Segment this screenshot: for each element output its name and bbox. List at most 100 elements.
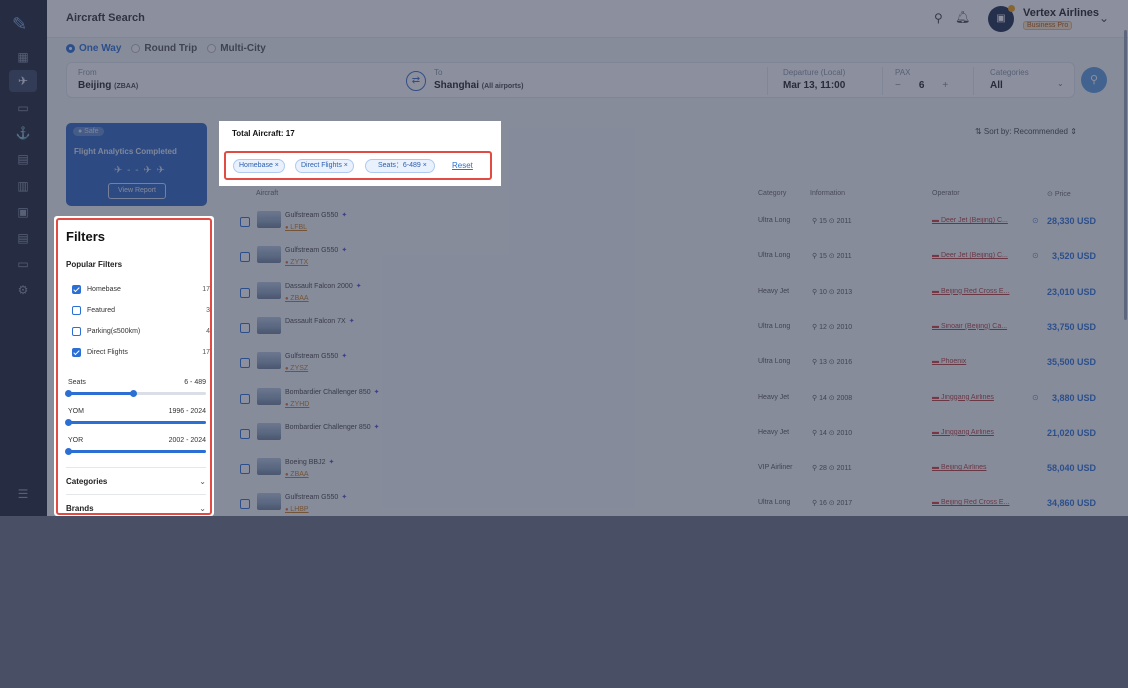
row-checkbox[interactable]	[240, 464, 250, 475]
pax-value[interactable]: 6	[919, 80, 925, 91]
checkbox-unchecked[interactable]	[72, 305, 81, 315]
radio-unselected[interactable]	[207, 44, 217, 53]
aircraft-name[interactable]: Gulfstream G550 ✦	[285, 493, 347, 501]
scrollbar[interactable]	[1124, 30, 1127, 320]
operator-link[interactable]: Beijing Red Cross E...	[932, 288, 1016, 295]
pax-plus-button[interactable]: +	[942, 80, 948, 91]
categories-section-toggle[interactable]: Categories ⌄	[66, 477, 206, 486]
radio-unselected[interactable]	[131, 44, 141, 53]
operator-link[interactable]: Phoenix	[932, 358, 1016, 365]
chip-seats[interactable]: Seats：6-489 ×	[365, 159, 435, 173]
radio-selected[interactable]	[66, 44, 75, 53]
collapse-menu-icon[interactable]: ☰	[14, 485, 32, 503]
briefcase-icon[interactable]: ▣	[14, 203, 32, 221]
categories-field[interactable]: Categories All	[990, 68, 1029, 91]
aircraft-name[interactable]: Boeing BBJ2 ✦	[285, 458, 334, 466]
brands-section-toggle[interactable]: Brands ⌄	[66, 504, 206, 513]
airport-code[interactable]: ZYTX	[285, 259, 308, 266]
operator-link[interactable]: Deer Jet (Beijing) C...	[932, 217, 1016, 224]
range-thumb-min[interactable]	[65, 419, 72, 426]
aircraft-search-icon[interactable]: ✈	[9, 70, 37, 92]
airport-code[interactable]: LHBP	[285, 506, 308, 513]
operator-link[interactable]: Jinggang Airlines	[932, 429, 1016, 436]
airport-code[interactable]: LFBL	[285, 224, 307, 231]
row-checkbox[interactable]	[240, 428, 250, 439]
aircraft-name[interactable]: Bombardier Challenger 850 ✦	[285, 388, 379, 396]
chevron-down-icon[interactable]: ⌄	[1099, 11, 1109, 25]
book-icon[interactable]: ▥	[14, 177, 32, 195]
chip-homebase[interactable]: Homebase ×	[233, 159, 285, 173]
aircraft-name[interactable]: Gulfstream G550 ✦	[285, 246, 347, 254]
operator-link[interactable]: Beijing Red Cross E...	[932, 499, 1016, 506]
table-row[interactable]: Dassault Falcon 2000✦ ZBAA Heavy Jet ⚲ 10 ⊙…	[240, 276, 1100, 309]
filter-parking[interactable]: Parking(≤500km) 4	[72, 325, 210, 337]
operator-link[interactable]: Deer Jet (Beijing) C...	[932, 252, 1016, 259]
search-button[interactable]: ⚲	[1081, 67, 1107, 93]
range-track[interactable]	[65, 448, 206, 455]
reset-filters-link[interactable]: Reset	[452, 161, 473, 170]
column-header-price[interactable]: ⊙ Price	[1047, 190, 1071, 198]
table-row[interactable]: Bombardier Challenger 850✦ ZYHD Heavy Jet ⚲…	[240, 382, 1100, 415]
checkbox-checked[interactable]	[72, 284, 81, 294]
filter-direct-flights[interactable]: Direct Flights 17	[72, 346, 210, 358]
filter-featured[interactable]: Featured 3	[72, 304, 210, 316]
filter-homebase[interactable]: Homebase 17	[72, 283, 210, 295]
range-track[interactable]	[65, 419, 206, 426]
row-checkbox[interactable]	[240, 322, 250, 333]
operator-link[interactable]: Sinoair (Beijing) Ca...	[932, 323, 1016, 330]
trip-type-one-way[interactable]: One Way	[66, 43, 121, 54]
table-row[interactable]: Gulfstream G550✦ LFBL Ultra Long ⚲ 15 ⊙ 201…	[240, 205, 1100, 238]
pax-minus-button[interactable]: −	[895, 80, 901, 91]
airport-code[interactable]: ZYHD	[285, 401, 309, 408]
avatar[interactable]: ▣	[988, 5, 1015, 32]
table-row[interactable]: Dassault Falcon 7X ✦ Ultra Long ⚲ 12 ⊙ 2010…	[240, 311, 1100, 344]
row-checkbox[interactable]	[240, 217, 250, 227]
checkbox-unchecked[interactable]	[72, 326, 81, 336]
operator-link[interactable]: Beijing Airlines	[932, 464, 1016, 471]
to-field[interactable]: To Shanghai (All airports)	[434, 68, 523, 91]
sort-dropdown[interactable]: ⇅ Sort by: Recommended ⇕	[975, 127, 1077, 136]
range-thumb-max[interactable]	[129, 390, 137, 397]
range-thumb-min[interactable]	[65, 448, 72, 455]
bell-icon[interactable]: 🔔︎	[955, 10, 970, 24]
aircraft-name[interactable]: Dassault Falcon 7X ✦	[285, 317, 355, 325]
airport-code[interactable]: ZBAA	[285, 295, 308, 302]
trip-type-round-trip[interactable]: Round Trip	[131, 43, 197, 54]
table-row[interactable]: Gulfstream G550✦ ZYTX Ultra Long ⚲ 15 ⊙ 201…	[240, 240, 1100, 273]
checkbox-checked[interactable]	[72, 347, 81, 357]
map-icon[interactable]: ▤	[14, 150, 32, 168]
table-row[interactable]: Boeing BBJ2✦ ZBAA VIP Airliner ⚲ 28 ⊙ 2011 B…	[240, 452, 1100, 485]
range-track[interactable]	[65, 390, 206, 397]
from-field[interactable]: From Beijing (ZBAA)	[78, 68, 138, 91]
search-icon[interactable]: ⚲	[934, 11, 943, 25]
airport-code[interactable]: ZYSZ	[285, 365, 308, 372]
range-thumb-min[interactable]	[65, 390, 72, 397]
document-icon[interactable]: ▤	[14, 229, 32, 247]
row-checkbox[interactable]	[240, 393, 250, 404]
aircraft-name[interactable]: Bombardier Challenger 850 ✦	[285, 423, 379, 431]
row-checkbox[interactable]	[240, 358, 250, 369]
airport-code[interactable]: ZBAA	[285, 471, 308, 478]
operator-link[interactable]: Jinggang Airlines	[932, 394, 1016, 401]
view-report-button[interactable]: View Report	[108, 183, 166, 199]
row-checkbox[interactable]	[240, 252, 250, 263]
row-checkbox[interactable]	[240, 499, 250, 510]
chevron-down-icon[interactable]: ⌄	[1057, 79, 1064, 88]
aircraft-name[interactable]: Gulfstream G550 ✦	[285, 211, 347, 219]
table-row[interactable]: Gulfstream G550✦ ZYSZ Ultra Long ⚲ 13 ⊙ 201…	[240, 346, 1100, 379]
row-checkbox[interactable]	[240, 287, 250, 298]
chip-direct-flights[interactable]: Direct Flights ×	[295, 159, 354, 173]
table-row[interactable]: Bombardier Challenger 850 ✦ Heavy Jet ⚲ 14 …	[240, 417, 1100, 450]
inbox-icon[interactable]: ▭	[14, 255, 32, 273]
ai-sparkle-icon: ✦	[341, 494, 348, 502]
ticket-icon[interactable]: ▭	[14, 99, 32, 117]
departure-field[interactable]: Departure (Local) Mar 13, 11:00	[783, 68, 845, 91]
aircraft-name[interactable]: Dassault Falcon 2000 ✦	[285, 282, 362, 290]
anchor-icon[interactable]: ⚓	[14, 124, 32, 142]
aircraft-name[interactable]: Gulfstream G550 ✦	[285, 352, 347, 360]
table-row[interactable]: Gulfstream G550✦ LHBP Ultra Long ⚲ 16 ⊙ 201…	[240, 487, 1100, 516]
dashboard-icon[interactable]: ▦	[14, 48, 32, 66]
settings-icon[interactable]: ⚙	[14, 281, 32, 299]
swap-icon[interactable]: ⇄	[406, 71, 426, 91]
trip-type-multi-city[interactable]: Multi-City	[207, 43, 266, 54]
